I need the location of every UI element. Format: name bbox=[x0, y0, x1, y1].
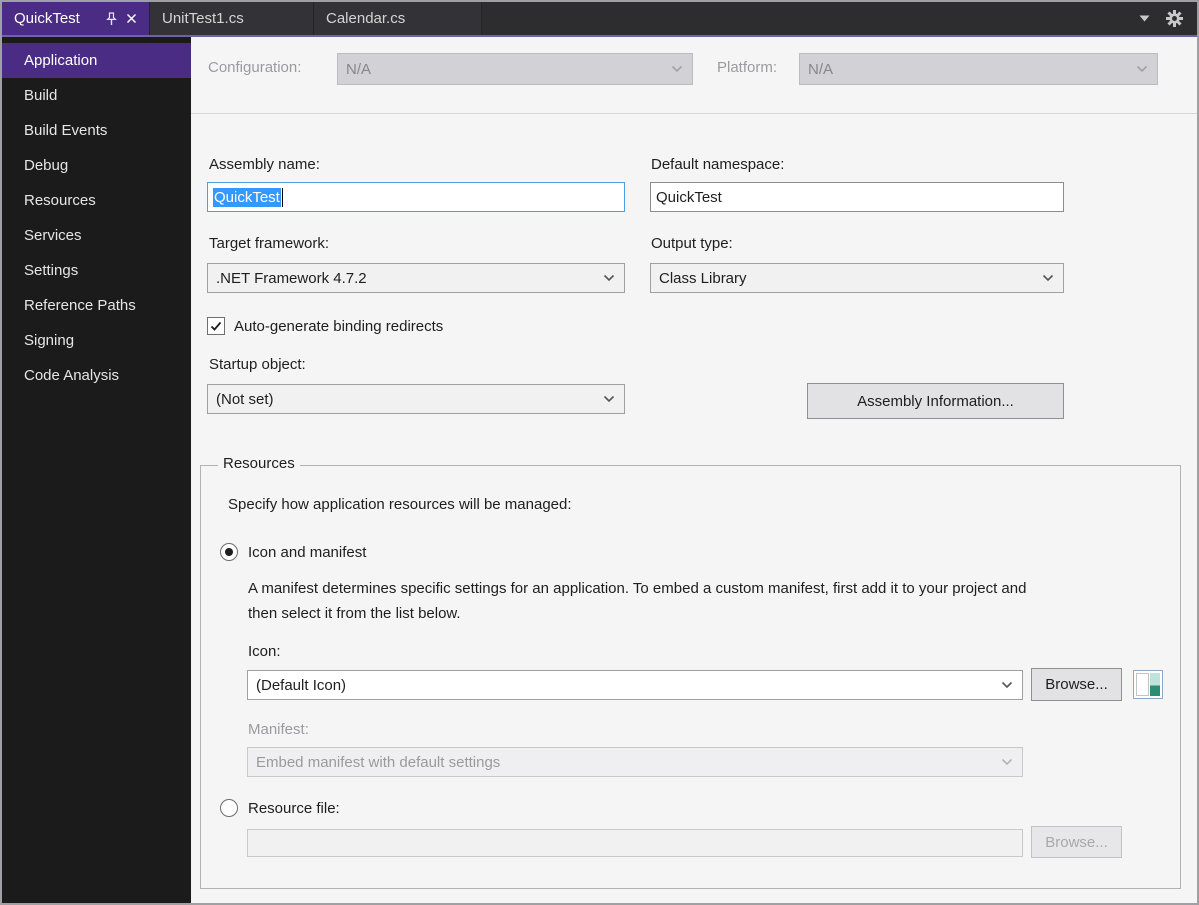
text-caret bbox=[281, 187, 283, 207]
sidebar-item-code-analysis[interactable]: Code Analysis bbox=[2, 358, 191, 393]
document-list-chevron-icon[interactable] bbox=[1139, 15, 1150, 22]
project-properties-window: QuickTest UnitTest1.cs Calendar.cs Appli… bbox=[0, 0, 1199, 905]
manifest-value: Embed manifest with default settings bbox=[256, 753, 501, 771]
autogen-binding-redirects-checkbox[interactable] bbox=[207, 317, 225, 335]
output-type-label: Output type: bbox=[651, 235, 733, 252]
manifest-select: Embed manifest with default settings bbox=[247, 747, 1023, 777]
chevron-down-icon bbox=[1136, 65, 1148, 73]
output-type-select[interactable]: Class Library bbox=[650, 263, 1064, 293]
icon-label: Icon: bbox=[248, 643, 281, 660]
pin-icon[interactable] bbox=[106, 11, 117, 26]
sidebar-item-signing[interactable]: Signing bbox=[2, 323, 191, 358]
configuration-value: N/A bbox=[346, 60, 372, 78]
default-namespace-label: Default namespace: bbox=[651, 156, 785, 173]
startup-object-value: (Not set) bbox=[216, 390, 274, 408]
property-pages-sidebar: Application Build Build Events Debug Res… bbox=[2, 37, 191, 903]
selected-text: QuickTest bbox=[213, 187, 281, 207]
manifest-label: Manifest: bbox=[248, 721, 309, 738]
chevron-down-icon bbox=[671, 65, 683, 73]
tab-calendar[interactable]: Calendar.cs bbox=[314, 2, 482, 35]
target-framework-select[interactable]: .NET Framework 4.7.2 bbox=[207, 263, 625, 293]
icon-preview-image bbox=[1149, 673, 1160, 696]
icon-and-manifest-label: Icon and manifest bbox=[248, 544, 367, 561]
tab-label: QuickTest bbox=[14, 10, 80, 27]
startup-object-label: Startup object: bbox=[209, 356, 306, 373]
tab-label: Calendar.cs bbox=[326, 10, 406, 27]
sidebar-item-reference-paths[interactable]: Reference Paths bbox=[2, 288, 191, 323]
tab-quicktest[interactable]: QuickTest bbox=[2, 2, 150, 35]
sidebar-item-settings[interactable]: Settings bbox=[2, 253, 191, 288]
sidebar-item-debug[interactable]: Debug bbox=[2, 148, 191, 183]
resource-file-browse-button: Browse... bbox=[1031, 826, 1122, 858]
check-icon bbox=[210, 321, 222, 331]
resources-description: Specify how application resources will b… bbox=[228, 496, 572, 513]
tab-unittest1[interactable]: UnitTest1.cs bbox=[150, 2, 314, 35]
resource-file-label: Resource file: bbox=[248, 800, 340, 817]
icon-and-manifest-radio[interactable] bbox=[220, 543, 238, 561]
chevron-down-icon bbox=[603, 274, 615, 282]
sidebar-item-build[interactable]: Build bbox=[2, 78, 191, 113]
section-divider bbox=[191, 113, 1197, 114]
resource-file-radio[interactable] bbox=[220, 799, 238, 817]
icon-value: (Default Icon) bbox=[256, 676, 347, 694]
resource-file-input bbox=[247, 829, 1023, 857]
resources-group-title: Resources bbox=[218, 455, 300, 472]
tab-icon-group bbox=[106, 11, 137, 26]
tabbar-tools bbox=[1139, 2, 1197, 35]
gear-icon[interactable] bbox=[1166, 10, 1183, 27]
chevron-down-icon bbox=[1001, 758, 1013, 766]
platform-value: N/A bbox=[808, 60, 834, 78]
document-tab-bar: QuickTest UnitTest1.cs Calendar.cs bbox=[2, 2, 1197, 35]
icon-browse-button[interactable]: Browse... bbox=[1031, 668, 1122, 701]
sidebar-item-services[interactable]: Services bbox=[2, 218, 191, 253]
platform-select: N/A bbox=[799, 53, 1158, 85]
autogen-binding-redirects-label: Auto-generate binding redirects bbox=[234, 318, 444, 335]
chevron-down-icon bbox=[1001, 681, 1013, 689]
chevron-down-icon bbox=[1042, 274, 1054, 282]
default-namespace-input[interactable] bbox=[650, 182, 1064, 212]
output-type-value: Class Library bbox=[659, 269, 747, 287]
configuration-select: N/A bbox=[337, 53, 693, 85]
sidebar-item-resources[interactable]: Resources bbox=[2, 183, 191, 218]
application-property-page: Configuration: N/A Platform: N/A Assembl… bbox=[191, 37, 1197, 903]
sidebar-item-application[interactable]: Application bbox=[2, 43, 191, 78]
manifest-help-text: A manifest determines specific settings … bbox=[248, 580, 1027, 622]
startup-object-select[interactable]: (Not set) bbox=[207, 384, 625, 414]
close-icon[interactable] bbox=[126, 13, 137, 24]
assembly-information-button[interactable]: Assembly Information... bbox=[807, 383, 1064, 419]
configuration-label: Configuration: bbox=[208, 59, 302, 76]
assembly-name-label: Assembly name: bbox=[209, 156, 320, 173]
icon-preview-page bbox=[1136, 673, 1149, 696]
application-icon-preview bbox=[1133, 670, 1163, 699]
sidebar-item-build-events[interactable]: Build Events bbox=[2, 113, 191, 148]
assembly-name-input[interactable]: QuickTest bbox=[207, 182, 625, 212]
target-framework-value: .NET Framework 4.7.2 bbox=[216, 269, 367, 287]
target-framework-label: Target framework: bbox=[209, 235, 330, 252]
chevron-down-icon bbox=[603, 395, 615, 403]
resources-groupbox: Resources Specify how application resour… bbox=[200, 455, 1181, 889]
platform-label: Platform: bbox=[717, 59, 778, 76]
tab-label: UnitTest1.cs bbox=[162, 10, 244, 27]
icon-select[interactable]: (Default Icon) bbox=[247, 670, 1023, 700]
